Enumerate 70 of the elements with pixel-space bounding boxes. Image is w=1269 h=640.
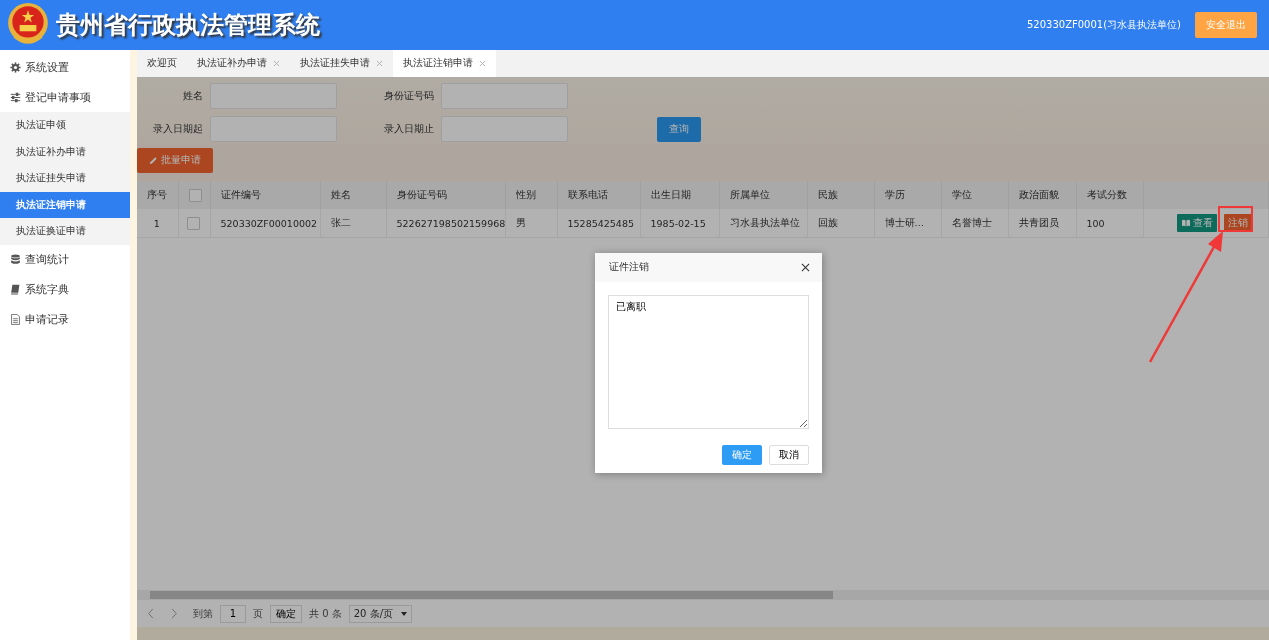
column-header: 姓名 bbox=[320, 181, 386, 209]
tab[interactable]: 执法证注销申请 bbox=[393, 50, 496, 77]
highlight-box bbox=[1218, 206, 1253, 232]
column-header: 性别 bbox=[505, 181, 557, 209]
field-label: 身份证号码 bbox=[383, 89, 434, 103]
pencil-icon bbox=[149, 156, 158, 165]
sidebar-subitem[interactable]: 执法证换证申请 bbox=[0, 218, 130, 245]
column-header: 考试分数 bbox=[1076, 181, 1143, 209]
table-cell: 522627198502159968 bbox=[386, 209, 505, 238]
checkbox[interactable] bbox=[187, 216, 200, 230]
field-label: 录入日期起 bbox=[152, 122, 203, 136]
gear-icon bbox=[10, 61, 21, 73]
cancel-button[interactable]: 取消 bbox=[769, 445, 809, 465]
previous-page-icon[interactable] bbox=[147, 608, 155, 619]
column-header: 所属单位 bbox=[719, 181, 807, 209]
table-cell: 博士研… bbox=[874, 209, 941, 238]
column-header: 民族 bbox=[807, 181, 874, 209]
field-label: 姓名 bbox=[182, 89, 203, 103]
sidebar-subitem[interactable]: 执法证申领 bbox=[0, 112, 130, 139]
sidebar-subitem[interactable]: 执法证注销申请 bbox=[0, 191, 130, 219]
column-header: 政治面貌 bbox=[1008, 181, 1076, 209]
reason-textarea[interactable]: 已离职 bbox=[608, 295, 809, 429]
column-header: 身份证号码 bbox=[386, 181, 505, 209]
table-cell: 15285425485 bbox=[557, 209, 640, 238]
go-button[interactable]: 确定 bbox=[270, 604, 302, 623]
table-cell: 1985-02-15 bbox=[640, 209, 719, 238]
table-cell: 100 bbox=[1076, 209, 1143, 238]
table-cell: 共青团员 bbox=[1008, 209, 1076, 238]
book-icon bbox=[10, 284, 21, 296]
sidebar-item[interactable]: 系统字典 bbox=[0, 274, 130, 305]
column-header: 证件编号 bbox=[210, 181, 320, 209]
sidebar-item[interactable]: 申请记录 bbox=[0, 304, 130, 335]
table-cell: 名誉博士 bbox=[941, 209, 1008, 238]
column-header: 序号 bbox=[137, 181, 178, 209]
page-label: 页 bbox=[253, 606, 263, 621]
tab[interactable]: 欢迎页 bbox=[137, 50, 187, 77]
table-cell: 习水县执法单位 bbox=[719, 209, 807, 238]
page-size-select[interactable]: 20 条/页 bbox=[348, 604, 412, 623]
caret-icon bbox=[401, 611, 407, 616]
next-page-icon[interactable] bbox=[170, 608, 178, 619]
field-label: 录入日期止 bbox=[383, 122, 434, 136]
table-cell: 520330ZF00010002 bbox=[210, 209, 320, 238]
column-header: 出生日期 bbox=[640, 181, 719, 209]
goto-label: 到第 bbox=[193, 606, 213, 621]
sidebar-subitem[interactable]: 执法证挂失申请 bbox=[0, 165, 130, 192]
sliders-icon bbox=[10, 91, 21, 103]
book-icon bbox=[1181, 219, 1191, 227]
checkbox[interactable] bbox=[188, 188, 202, 202]
close-icon[interactable] bbox=[801, 263, 810, 272]
sidebar-item[interactable]: 登记申请事项 bbox=[0, 82, 130, 112]
table-cell: 回族 bbox=[807, 209, 874, 238]
scrollbar[interactable] bbox=[137, 590, 1269, 600]
sidebar-subitem[interactable]: 执法证补办申请 bbox=[0, 138, 130, 166]
table-cell: 张二 bbox=[320, 209, 386, 238]
column-header: 学位 bbox=[941, 181, 1008, 209]
total-count: 共 0 条 bbox=[309, 606, 342, 621]
column-header: 学历 bbox=[874, 181, 941, 209]
page-input[interactable]: 1 bbox=[220, 604, 246, 623]
sidebar-item[interactable]: 查询统计 bbox=[0, 244, 130, 275]
tab[interactable]: 执法证补办申请 bbox=[187, 50, 290, 77]
user-label: 520330ZF0001(习水县执法单位) bbox=[1026, 18, 1181, 32]
table-cell: 1 bbox=[137, 209, 178, 238]
sidebar-item[interactable]: 系统设置 bbox=[0, 52, 130, 82]
document-icon bbox=[10, 314, 21, 326]
table-cell: 男 bbox=[505, 209, 557, 238]
database-icon bbox=[10, 254, 21, 266]
app-title: 贵州省行政执法管理系统 bbox=[56, 10, 320, 41]
tab[interactable]: 执法证挂失申请 bbox=[290, 50, 393, 77]
dialog-title: 证件注销 bbox=[609, 261, 649, 274]
column-header: 联系电话 bbox=[557, 181, 640, 209]
